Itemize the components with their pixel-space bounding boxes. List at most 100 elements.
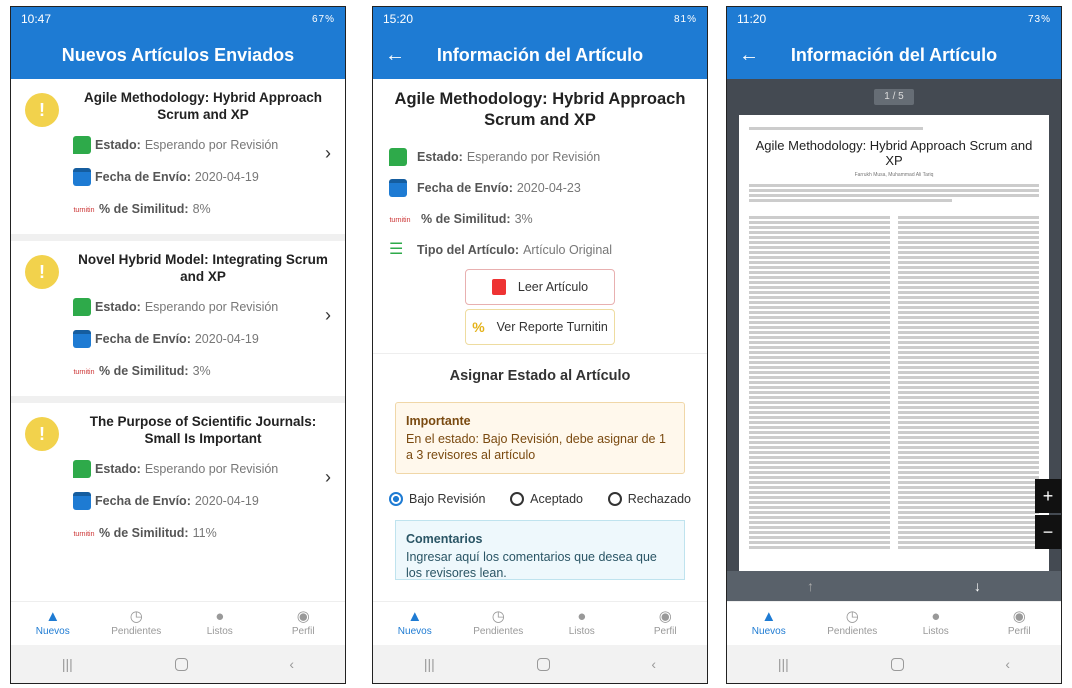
home-icon[interactable] — [536, 657, 550, 671]
bottom-nav: ▲ Nuevos ◷ Pendientes ● Listos ◉ Perfil — [373, 601, 707, 645]
nav-listos[interactable]: ● Listos — [540, 602, 624, 645]
date-row: Fecha de Envío: 2020-04-19 — [73, 323, 335, 355]
document-authors: Farrukh Musa, Muhammad Ali Tariq — [854, 172, 934, 178]
read-article-button[interactable]: Leer Artículo — [465, 269, 615, 305]
percent-icon: % — [472, 319, 485, 335]
chevron-right-icon[interactable]: › — [325, 467, 331, 488]
status-battery: 73% — [1027, 13, 1051, 25]
radio-bajo-revision[interactable]: Bajo Revisión — [389, 492, 485, 506]
bell-icon: ▲ — [45, 608, 61, 625]
chevron-right-icon[interactable]: › — [325, 143, 331, 164]
turnitin-icon: turnitin — [73, 531, 95, 538]
nav-listos[interactable]: ● Listos — [178, 602, 262, 645]
user-icon: ◉ — [658, 608, 672, 625]
nav-pendientes[interactable]: ◷ Pendientes — [457, 602, 541, 645]
zoom-in-button[interactable]: + — [1035, 479, 1061, 513]
warning-icon: ! — [25, 255, 59, 289]
similarity-row: turnitin% de Similitud: 3% — [73, 364, 211, 378]
calendar-icon — [73, 492, 91, 510]
zoom-out-button[interactable]: − — [1035, 515, 1061, 549]
calendar-icon — [73, 330, 91, 348]
alert-text: En el estado: Bajo Revisión, debe asigna… — [406, 432, 666, 462]
article-title: The Purpose of Scientific Journals: Smal… — [89, 414, 317, 446]
recents-icon[interactable]: ||| — [62, 656, 73, 672]
article-card[interactable]: ! The Purpose of Scientific Journals: Sm… — [11, 403, 345, 565]
bottom-nav: ▲ Nuevos ◷ Pendientes ● Listos ◉ Perfil — [727, 601, 1061, 645]
system-nav: ||| ‹ — [373, 645, 707, 683]
status-row: Estado: Esperando por Revisión — [389, 141, 691, 172]
nav-pendientes[interactable]: ◷ Pendientes — [811, 602, 895, 645]
status-time: 15:20 — [383, 12, 414, 26]
nav-perfil[interactable]: ◉ Perfil — [624, 602, 708, 645]
list-icon: ☰ — [389, 240, 404, 258]
arrow-down-icon[interactable]: ↓ — [974, 578, 981, 594]
recents-icon[interactable]: ||| — [424, 656, 435, 672]
home-icon[interactable] — [890, 657, 904, 671]
date-row: Fecha de Envío: 2020-04-23 — [389, 172, 691, 203]
radio-aceptado[interactable]: Aceptado — [510, 492, 583, 506]
similarity-row: turnitin% de Similitud: 3% — [389, 211, 533, 226]
nav-perfil[interactable]: ◉ Perfil — [978, 602, 1062, 645]
pdf-viewer[interactable]: 1 / 5 Agile Methodology: Hybrid Approach… — [727, 79, 1061, 601]
system-nav: ||| ‹ — [11, 645, 345, 683]
radio-rechazado[interactable]: Rechazado — [607, 492, 691, 506]
bottom-nav: ▲ Nuevos ◷ Pendientes ● Listos ◉ Perfil — [11, 601, 345, 645]
nav-nuevos[interactable]: ▲ Nuevos — [373, 602, 457, 645]
turnitin-icon: turnitin — [73, 207, 95, 214]
comments-text: Ingresar aquí los comentarios que desea … — [406, 550, 657, 580]
comments-box[interactable]: Comentarios Ingresar aquí los comentario… — [395, 520, 685, 580]
turnitin-icon: turnitin — [389, 216, 411, 224]
review-icon — [73, 136, 91, 154]
similarity-row: turnitin% de Similitud: 8% — [73, 202, 211, 216]
user-icon: ◉ — [1012, 608, 1026, 625]
article-title: Agile Methodology: Hybrid Approach Scrum… — [84, 90, 322, 122]
status-time: 10:47 — [21, 12, 52, 26]
check-icon: ● — [577, 608, 587, 625]
back-nav-icon[interactable]: ‹ — [289, 656, 294, 672]
turnitin-icon: turnitin — [73, 369, 95, 376]
review-icon — [73, 298, 91, 316]
radio-unchecked-icon — [607, 492, 622, 506]
phone-screen-article-info: 15:20 81% ← Información del Artículo Agi… — [372, 6, 708, 684]
recents-icon[interactable]: ||| — [778, 656, 789, 672]
nav-perfil[interactable]: ◉ Perfil — [262, 602, 346, 645]
article-card[interactable]: ! Novel Hybrid Model: Integrating Scrum … — [11, 241, 345, 403]
calendar-icon — [73, 168, 91, 186]
date-row: Fecha de Envío: 2020-04-19 — [73, 485, 335, 517]
chevron-right-icon[interactable]: › — [325, 305, 331, 326]
check-icon: ● — [931, 608, 941, 625]
back-nav-icon[interactable]: ‹ — [651, 656, 656, 672]
review-icon — [389, 147, 407, 166]
turnitin-report-button[interactable]: % Ver Reporte Turnitin — [465, 309, 615, 345]
nav-nuevos[interactable]: ▲ Nuevos — [11, 602, 95, 645]
calendar-icon — [389, 178, 407, 197]
status-row: Estado: Esperando por Revisión — [73, 291, 335, 323]
home-icon[interactable] — [174, 657, 188, 671]
article-title: Novel Hybrid Model: Integrating Scrum an… — [78, 252, 328, 284]
back-arrow-icon[interactable]: ← — [739, 43, 759, 67]
app-bar: ← Información del Artículo — [373, 31, 707, 79]
pdf-icon — [491, 279, 506, 295]
alarm-icon: ◷ — [845, 608, 859, 625]
assign-status-heading: Asignar Estado al Artículo — [449, 368, 631, 384]
back-nav-icon[interactable]: ‹ — [1005, 656, 1010, 672]
page-title: Información del Artículo — [790, 44, 998, 65]
nav-listos[interactable]: ● Listos — [894, 602, 978, 645]
app-bar: ← Información del Artículo — [727, 31, 1061, 79]
phone-screen-pdf-viewer: 11:20 73% ← Información del Artículo 1 /… — [726, 6, 1062, 684]
pdf-page: Agile Methodology: Hybrid Approach Scrum… — [739, 115, 1049, 595]
review-icon — [73, 460, 91, 478]
document-title: Agile Methodology: Hybrid Approach Scrum… — [755, 138, 1033, 168]
divider — [373, 353, 707, 354]
nav-pendientes[interactable]: ◷ Pendientes — [95, 602, 179, 645]
user-icon: ◉ — [296, 608, 310, 625]
status-battery: 81% — [673, 13, 697, 25]
status-bar: 10:47 67% — [11, 7, 345, 31]
comments-title: Comentarios — [406, 532, 483, 546]
type-row: ☰ Tipo del Artículo: Artículo Original — [389, 240, 613, 258]
article-card[interactable]: ! Agile Methodology: Hybrid Approach Scr… — [11, 79, 345, 241]
nav-nuevos[interactable]: ▲ Nuevos — [727, 602, 811, 645]
arrow-up-icon[interactable]: ↑ — [807, 578, 814, 594]
alarm-icon: ◷ — [491, 608, 505, 625]
back-arrow-icon[interactable]: ← — [385, 43, 405, 67]
